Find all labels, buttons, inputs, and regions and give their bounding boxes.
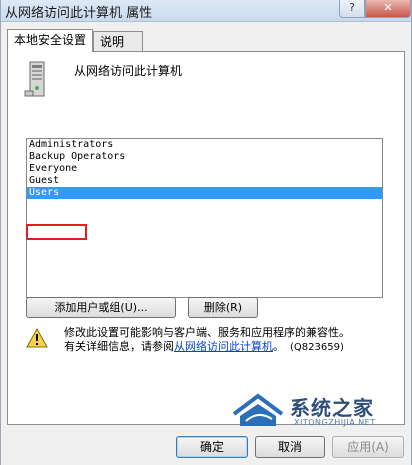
title-bar[interactable]: 从网络访问此计算机 属性 ? ✕ [1,0,411,22]
policy-title: 从网络访问此计算机 [74,64,183,78]
tab-panel: 从网络访问此计算机 Administrators Backup Operator… [7,51,405,427]
list-item[interactable]: Administrators [27,139,382,151]
tab-explain[interactable]: 说明 [93,31,143,52]
kb-reference: (Q823659) [290,342,344,353]
watermark-text: 系统之家 [290,396,374,420]
remove-button[interactable]: 删除(R) [188,297,258,318]
warning-details: 有关详细信息，请参阅从网络访问此计算机。 (Q823659) [64,338,344,354]
account-list[interactable]: Administrators Backup Operators Everyone… [26,138,383,298]
watermark-house-icon [232,393,284,426]
tab-local-security-setting[interactable]: 本地安全设置 [7,29,93,52]
list-item-selected[interactable]: Users [27,187,382,199]
add-user-or-group-button[interactable]: 添加用户或组(U)... [26,297,176,318]
help-button[interactable]: ? [339,0,365,18]
warning-link-suffix: 。 [273,340,284,353]
cancel-button[interactable]: 取消 [255,436,325,458]
watermark-url: XITONGZHIJIA.NET [294,418,376,427]
warning-details-prefix: 有关详细信息，请参阅 [64,340,174,353]
policy-help-link[interactable]: 从网络访问此计算机 [174,340,273,353]
list-item[interactable]: Everyone [27,163,382,175]
window-title: 从网络访问此计算机 属性 [5,6,153,21]
properties-dialog: 从网络访问此计算机 属性 ? ✕ 本地安全设置 说明 从网络访问此计算机 Adm… [0,0,412,465]
list-item[interactable]: Guest [27,175,382,187]
list-item[interactable]: Backup Operators [27,151,382,163]
apply-button[interactable]: 应用(A) [332,436,404,458]
warning-icon [26,328,48,348]
watermark-logo: 系统之家 XITONGZHIJIA.NET [230,390,400,430]
ok-button[interactable]: 确定 [176,436,248,458]
close-button[interactable]: ✕ [365,0,411,18]
server-icon [24,61,45,97]
